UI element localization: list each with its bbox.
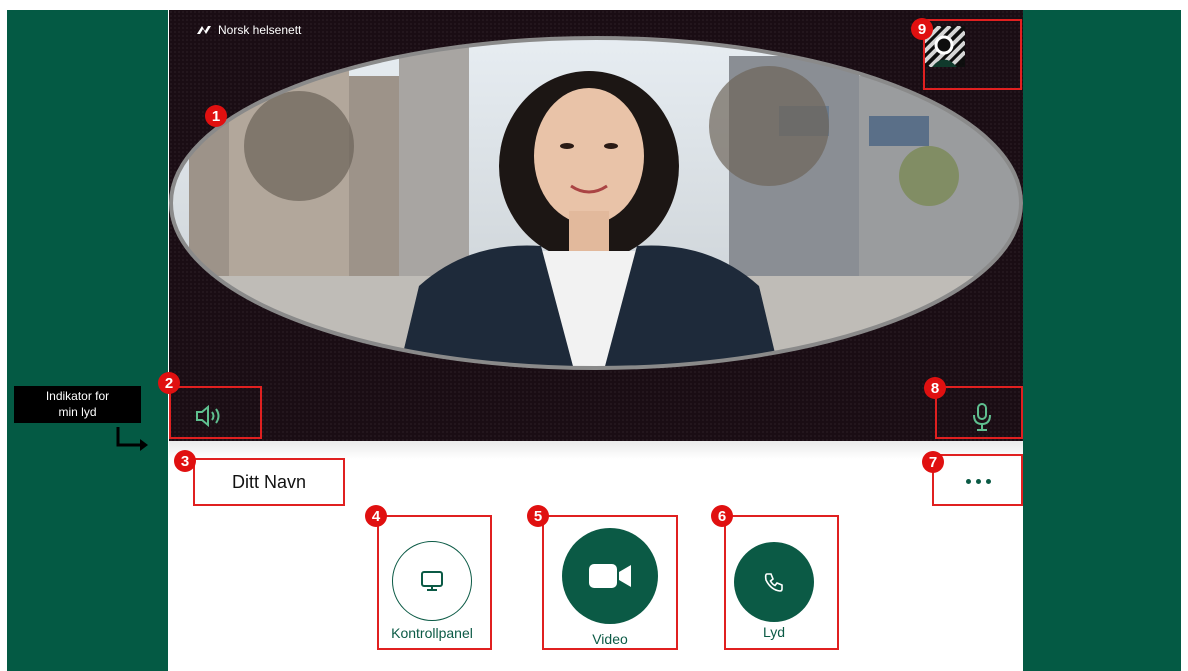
- indicator-arrow-icon: [116, 427, 148, 451]
- marker-9: 9: [911, 18, 933, 40]
- sound-indicator-line1: Indikator for: [45, 389, 110, 403]
- brand-name: Norsk helsenett: [218, 23, 302, 37]
- remote-participant-video: [169, 36, 1023, 370]
- callout-box-7: [932, 454, 1023, 506]
- callout-box-5: [542, 515, 678, 650]
- callout-box-8: [935, 386, 1023, 439]
- marker-5: 5: [527, 505, 549, 527]
- marker-4: 4: [365, 505, 387, 527]
- marker-2: 2: [158, 372, 180, 394]
- callout-box-9: [923, 19, 1022, 90]
- participant-name-box: Ditt Navn: [193, 458, 345, 506]
- video-area: Norsk helsenett: [169, 10, 1023, 441]
- control-bar-shadow: [169, 441, 1023, 459]
- callout-box-6: [724, 515, 839, 650]
- marker-3: 3: [174, 450, 196, 472]
- left-side-panel: [7, 10, 168, 671]
- sound-indicator-line2: min lyd: [58, 405, 97, 419]
- marker-6: 6: [711, 505, 733, 527]
- marker-7: 7: [922, 451, 944, 473]
- participant-name: Ditt Navn: [231, 471, 307, 492]
- marker-1: 1: [205, 105, 227, 127]
- video-call-screen: Indikator for min lyd Norsk helsenett Ko…: [0, 0, 1188, 671]
- marker-8: 8: [924, 377, 946, 399]
- callout-box-2: [169, 386, 262, 439]
- norsk-helsenett-logo-icon: [197, 26, 211, 34]
- sound-indicator-note: Indikator for min lyd: [14, 386, 141, 423]
- brand-logo: Norsk helsenett: [196, 23, 301, 37]
- right-side-panel: [1023, 10, 1181, 671]
- callout-box-4: [377, 515, 492, 650]
